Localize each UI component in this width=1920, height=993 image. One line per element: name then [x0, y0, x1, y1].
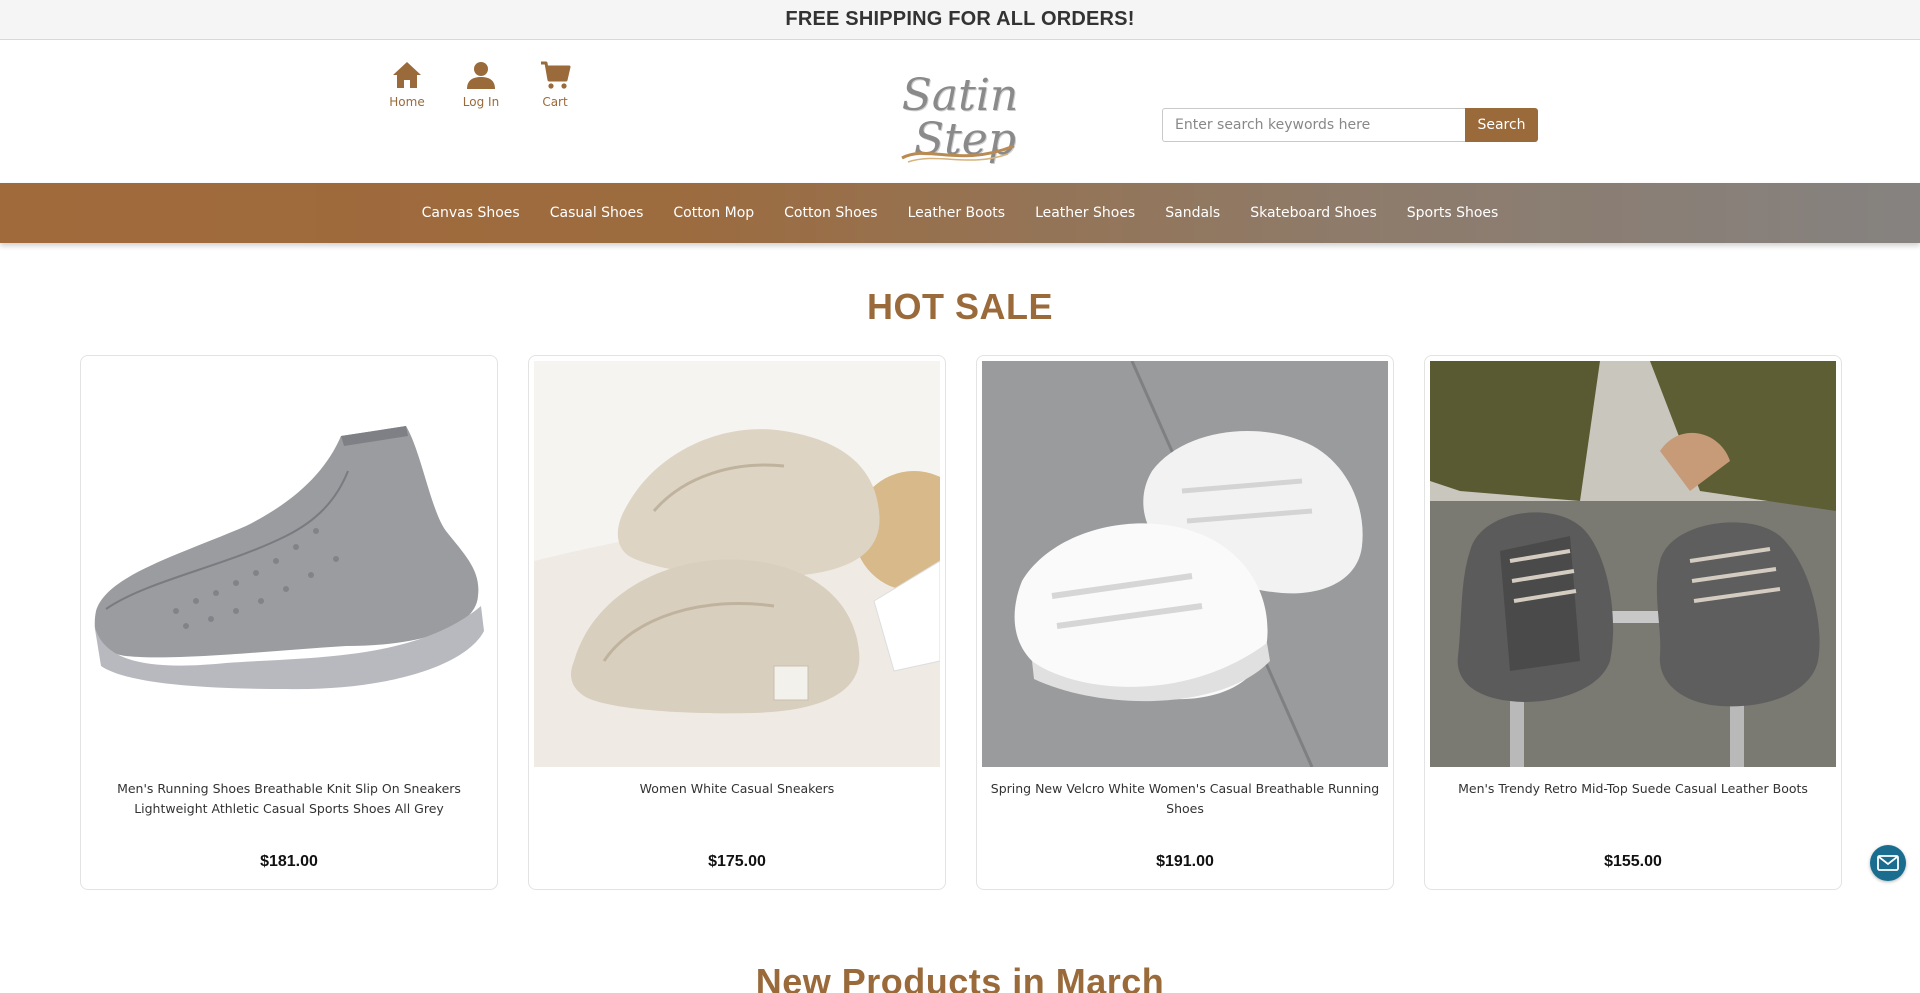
category-cotton-shoes[interactable]: Cotton Shoes: [769, 205, 892, 221]
product-price: $181.00: [260, 853, 318, 870]
white-velcro-shoes-image: [982, 361, 1388, 767]
home-icon: [393, 62, 421, 88]
new-products-title: New Products in March: [755, 961, 1165, 993]
category-skateboard-shoes[interactable]: Skateboard Shoes: [1235, 205, 1392, 221]
grey-knit-sneaker-image: [86, 361, 492, 767]
site-header: Home Log In Cart Satin Step Search: [0, 40, 1920, 183]
cart-link[interactable]: Cart: [528, 58, 582, 109]
product-card[interactable]: Women White Casual Sneakers $175.00: [528, 355, 946, 890]
product-image[interactable]: [982, 361, 1388, 767]
site-logo[interactable]: Satin Step: [890, 62, 1030, 174]
product-card[interactable]: Men's Trendy Retro Mid-Top Suede Casual …: [1424, 355, 1842, 890]
cart-label: Cart: [542, 95, 568, 109]
login-link[interactable]: Log In: [454, 58, 508, 109]
category-casual-shoes[interactable]: Casual Shoes: [535, 205, 659, 221]
product-name[interactable]: Men's Trendy Retro Mid-Top Suede Casual …: [1433, 779, 1833, 799]
product-card[interactable]: Men's Running Shoes Breathable Knit Slip…: [80, 355, 498, 890]
product-name[interactable]: Men's Running Shoes Breathable Knit Slip…: [89, 779, 489, 819]
mail-icon: [1877, 855, 1899, 871]
product-image[interactable]: [1430, 361, 1836, 767]
home-link[interactable]: Home: [380, 58, 434, 109]
home-label: Home: [389, 95, 425, 109]
product-name[interactable]: Women White Casual Sneakers: [537, 779, 937, 799]
user-icon: [467, 62, 495, 89]
logo-line1: Satin: [901, 70, 1019, 121]
product-price: $175.00: [708, 853, 766, 870]
category-leather-shoes[interactable]: Leather Shoes: [1020, 205, 1150, 221]
category-sandals[interactable]: Sandals: [1150, 205, 1235, 221]
product-name[interactable]: Spring New Velcro White Women's Casual B…: [985, 779, 1385, 819]
category-leather-boots[interactable]: Leather Boots: [893, 205, 1020, 221]
category-canvas-shoes[interactable]: Canvas Shoes: [407, 205, 535, 221]
product-image[interactable]: [534, 361, 940, 767]
white-casual-sneakers-image: [534, 361, 940, 767]
login-label: Log In: [462, 95, 500, 109]
announcement-bar: FREE SHIPPING FOR ALL ORDERS!: [0, 0, 1920, 40]
announcement-text: FREE SHIPPING FOR ALL ORDERS!: [785, 8, 1135, 30]
search-input[interactable]: [1162, 108, 1465, 142]
category-nav: Canvas Shoes Casual Shoes Cotton Mop Cot…: [0, 183, 1920, 243]
product-price: $155.00: [1604, 853, 1662, 870]
hot-sale-title: HOT SALE: [866, 286, 1053, 327]
cart-icon: [541, 61, 571, 89]
contact-mail-button[interactable]: [1870, 845, 1906, 881]
search-button[interactable]: Search: [1465, 108, 1538, 142]
category-sports-shoes[interactable]: Sports Shoes: [1392, 205, 1514, 221]
search-form: Search: [1162, 108, 1538, 142]
category-cotton-mop[interactable]: Cotton Mop: [658, 205, 769, 221]
product-price: $191.00: [1156, 853, 1214, 870]
product-card[interactable]: Spring New Velcro White Women's Casual B…: [976, 355, 1394, 890]
quick-nav: Home Log In Cart: [380, 58, 582, 109]
suede-leather-boots-image: [1430, 361, 1836, 767]
product-image[interactable]: [86, 361, 492, 767]
logo-swoosh: [901, 144, 1015, 163]
hot-sale-grid: Men's Running Shoes Breathable Knit Slip…: [80, 355, 1842, 890]
